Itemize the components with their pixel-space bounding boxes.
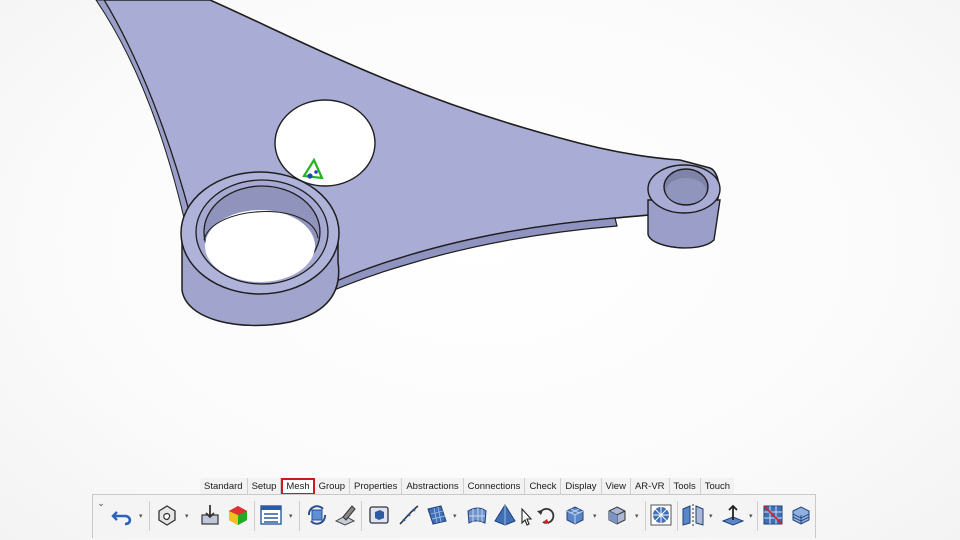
line-mesh-icon[interactable] xyxy=(397,503,421,527)
shell-mesh-icon[interactable] xyxy=(465,503,489,527)
tab-display[interactable]: Display xyxy=(561,478,602,495)
surface-dropdown[interactable]: ▾ xyxy=(453,512,457,520)
mirror-dropdown[interactable]: ▾ xyxy=(709,512,713,520)
cleanup-dropdown[interactable]: ▾ xyxy=(185,512,189,520)
collapse-toolbar-button[interactable]: ⌄ xyxy=(95,497,107,509)
undo-dropdown[interactable]: ▾ xyxy=(139,512,143,520)
tab-properties[interactable]: Properties xyxy=(350,478,403,495)
geometry-cleanup-icon[interactable] xyxy=(155,503,179,527)
tetra-mesh-icon[interactable] xyxy=(493,503,517,527)
undo-icon[interactable] xyxy=(111,503,135,527)
tab-check[interactable]: Check xyxy=(525,478,562,495)
translate-dropdown[interactable]: ▾ xyxy=(749,512,753,520)
mirror-plane-icon[interactable] xyxy=(681,503,705,527)
tab-connections[interactable]: Connections xyxy=(463,478,526,495)
mesh-toolbar: ⌄ ▾ ▾ ▾ ▾ ▾ ▾ ▾ ▾ xyxy=(92,494,816,538)
edit-mesh-icon[interactable] xyxy=(333,503,357,527)
graphics-viewport[interactable] xyxy=(0,0,960,540)
translate-axis-icon[interactable] xyxy=(721,503,745,527)
volume-box-icon[interactable] xyxy=(367,503,391,527)
hexa-dropdown[interactable]: ▾ xyxy=(593,512,597,520)
ribbon-tab-bar: Standard Setup Mesh Group Properties Abs… xyxy=(200,478,735,495)
refresh-mesh-icon[interactable] xyxy=(305,503,329,527)
solid-cube-icon[interactable] xyxy=(605,503,629,527)
surface-mesh-icon[interactable] xyxy=(425,503,449,527)
tab-group[interactable]: Group xyxy=(314,478,351,495)
import-icon[interactable] xyxy=(198,503,222,527)
tab-view[interactable]: View xyxy=(601,478,631,495)
grid-mesh-icon[interactable] xyxy=(761,503,785,527)
spider-mesh-icon[interactable] xyxy=(649,503,673,527)
tab-abstractions[interactable]: Abstractions xyxy=(402,478,464,495)
rotate-arrow-icon[interactable] xyxy=(535,503,559,527)
tab-standard[interactable]: Standard xyxy=(200,478,248,495)
list-dropdown[interactable]: ▾ xyxy=(289,512,293,520)
quality-contour-icon[interactable] xyxy=(226,503,250,527)
cad-model[interactable] xyxy=(0,0,960,540)
tab-mesh[interactable]: Mesh xyxy=(281,478,315,495)
select-cursor-icon[interactable] xyxy=(519,503,533,527)
list-view-icon[interactable] xyxy=(259,503,283,527)
tab-tools[interactable]: Tools xyxy=(669,478,701,495)
tab-setup[interactable]: Setup xyxy=(247,478,282,495)
solid-dropdown[interactable]: ▾ xyxy=(635,512,639,520)
tab-ar-vr[interactable]: AR-VR xyxy=(630,478,670,495)
layered-box-icon[interactable] xyxy=(789,503,813,527)
center-hole[interactable] xyxy=(274,99,376,187)
tab-touch[interactable]: Touch xyxy=(700,478,735,495)
hexa-block-icon[interactable] xyxy=(563,503,587,527)
